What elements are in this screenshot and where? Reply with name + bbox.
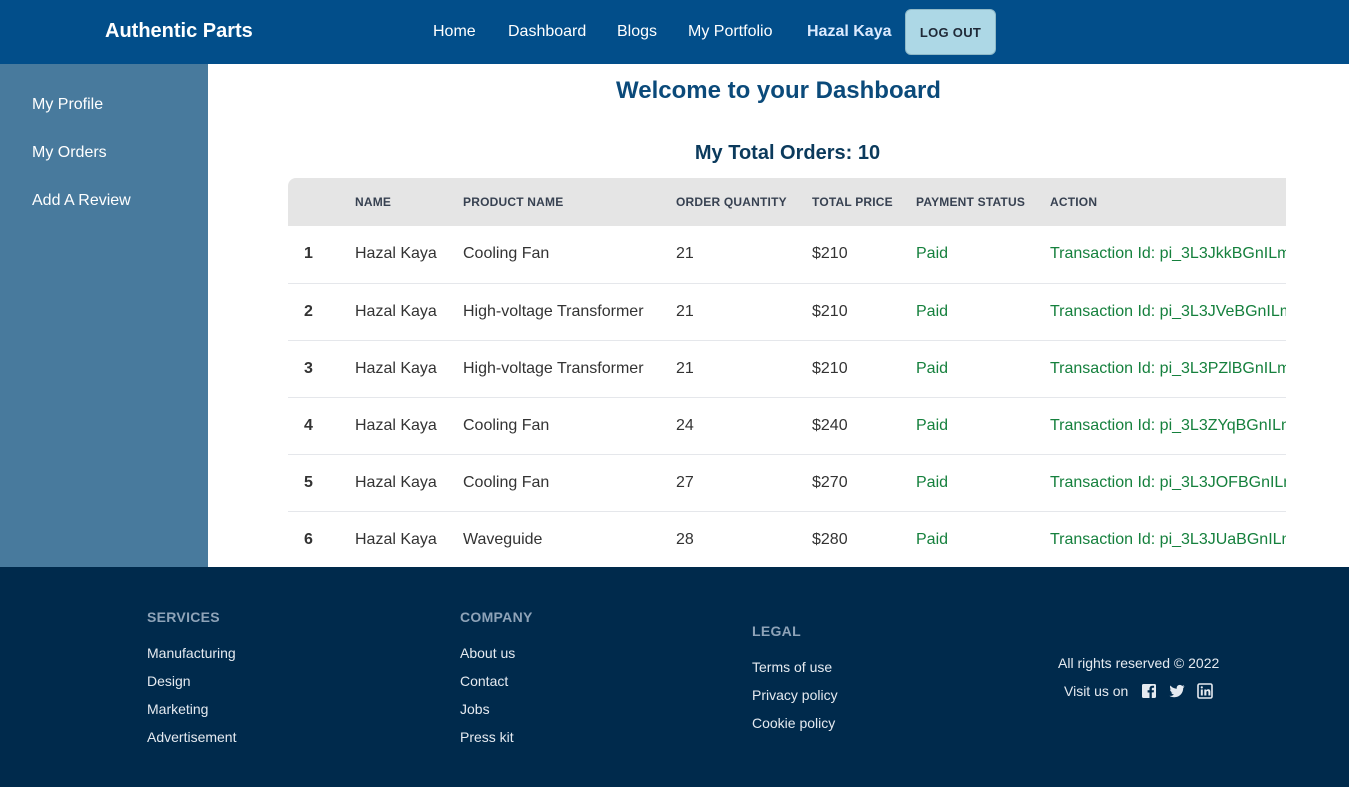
- nav-home-link[interactable]: Home: [433, 23, 476, 41]
- footer-link-about-us[interactable]: About us: [460, 645, 515, 661]
- header-total-price: TOTAL PRICE: [812, 195, 893, 209]
- linkedin-icon[interactable]: [1197, 683, 1213, 699]
- row-payment-status: Paid: [916, 359, 949, 377]
- nav-portfolio-link[interactable]: My Portfolio: [688, 23, 772, 41]
- row-product: High-voltage Transformer: [463, 359, 644, 377]
- header-payment-status: PAYMENT STATUS: [916, 195, 1026, 209]
- row-name: Hazal Kaya: [355, 530, 437, 548]
- table-row: 2 Hazal Kaya High-voltage Transformer 21…: [288, 283, 1286, 340]
- dashboard-sidebar: My Profile My Orders Add A Review: [0, 64, 208, 567]
- footer-link-contact[interactable]: Contact: [460, 673, 508, 689]
- page-title: Welcome to your Dashboard: [616, 77, 941, 104]
- row-price: $270: [812, 473, 848, 491]
- footer-link-press-kit[interactable]: Press kit: [460, 729, 514, 745]
- footer-services-heading: SERVICES: [147, 609, 220, 625]
- row-payment-status: Paid: [916, 416, 949, 434]
- row-quantity: 27: [676, 473, 694, 491]
- table-row: 6 Hazal Kaya Waveguide 28 $280 Paid Tran…: [288, 511, 1286, 567]
- table-row: 3 Hazal Kaya High-voltage Transformer 21…: [288, 340, 1286, 397]
- row-product: Cooling Fan: [463, 473, 550, 491]
- row-index: 1: [304, 245, 313, 263]
- header-name: NAME: [355, 195, 392, 209]
- header-action: ACTION: [1050, 195, 1098, 209]
- footer-link-cookie[interactable]: Cookie policy: [752, 715, 835, 731]
- sidebar-item-my-orders[interactable]: My Orders: [32, 144, 107, 162]
- row-quantity: 21: [676, 302, 694, 320]
- row-product: Waveguide: [463, 530, 543, 548]
- header-product-name: PRODUCT NAME: [463, 195, 564, 209]
- footer-link-design[interactable]: Design: [147, 673, 191, 689]
- row-index: 2: [304, 302, 313, 320]
- row-name: Hazal Kaya: [355, 359, 437, 377]
- row-product: Cooling Fan: [463, 245, 550, 263]
- row-payment-status: Paid: [916, 302, 949, 320]
- top-navbar: Authentic Parts Home Dashboard Blogs My …: [0, 0, 1349, 64]
- row-price: $210: [812, 302, 848, 320]
- row-quantity: 24: [676, 416, 694, 434]
- row-quantity: 21: [676, 359, 694, 377]
- orders-table-container[interactable]: NAME PRODUCT NAME ORDER QUANTITY TOTAL P…: [288, 178, 1286, 567]
- table-row: 1 Hazal Kaya Cooling Fan 21 $210 Paid Tr…: [288, 226, 1286, 283]
- dashboard-main: Welcome to your Dashboard My Total Order…: [208, 64, 1349, 567]
- footer-link-terms[interactable]: Terms of use: [752, 659, 832, 675]
- nav-blogs-link[interactable]: Blogs: [617, 23, 657, 41]
- orders-table: NAME PRODUCT NAME ORDER QUANTITY TOTAL P…: [288, 178, 1286, 567]
- row-name: Hazal Kaya: [355, 473, 437, 491]
- row-payment-status: Paid: [916, 530, 949, 548]
- row-transaction-id: Transaction Id: pi_3L3JkkBGnILmJ\: [1050, 245, 1286, 263]
- row-name: Hazal Kaya: [355, 416, 437, 434]
- row-name: Hazal Kaya: [355, 245, 437, 263]
- footer-link-advertisement[interactable]: Advertisement: [147, 729, 236, 745]
- logout-button[interactable]: LOG OUT: [905, 9, 996, 55]
- footer-copyright: All rights reserved © 2022: [1058, 655, 1220, 671]
- row-index: 6: [304, 530, 313, 548]
- row-transaction-id: Transaction Id: pi_3L3JVeBGnILmJ': [1050, 302, 1286, 320]
- table-row: 5 Hazal Kaya Cooling Fan 27 $270 Paid Tr…: [288, 454, 1286, 511]
- site-footer: SERVICES Manufacturing Design Marketing …: [0, 567, 1349, 787]
- row-transaction-id: Transaction Id: pi_3L3ZYqBGnILmJ: [1050, 416, 1286, 434]
- row-price: $240: [812, 416, 848, 434]
- row-payment-status: Paid: [916, 473, 949, 491]
- sidebar-item-my-profile[interactable]: My Profile: [32, 96, 103, 114]
- footer-link-privacy[interactable]: Privacy policy: [752, 687, 838, 703]
- row-quantity: 21: [676, 245, 694, 263]
- footer-link-manufacturing[interactable]: Manufacturing: [147, 645, 236, 661]
- footer-visit-label: Visit us on: [1064, 683, 1129, 699]
- row-payment-status: Paid: [916, 245, 949, 263]
- header-order-quantity: ORDER QUANTITY: [676, 195, 787, 209]
- row-product: Cooling Fan: [463, 416, 550, 434]
- footer-link-marketing[interactable]: Marketing: [147, 701, 208, 717]
- table-row: 4 Hazal Kaya Cooling Fan 24 $240 Paid Tr…: [288, 397, 1286, 454]
- header-index: [288, 178, 355, 226]
- brand-logo[interactable]: Authentic Parts: [105, 20, 253, 43]
- row-price: $210: [812, 245, 848, 263]
- total-orders-count: My Total Orders: 10: [694, 142, 881, 164]
- row-product: High-voltage Transformer: [463, 302, 644, 320]
- row-transaction-id: Transaction Id: pi_3L3JUaBGnILmJ: [1050, 530, 1286, 548]
- table-header-row: NAME PRODUCT NAME ORDER QUANTITY TOTAL P…: [288, 178, 1286, 226]
- footer-legal-heading: LEGAL: [752, 623, 801, 639]
- twitter-icon[interactable]: [1169, 683, 1185, 699]
- row-quantity: 28: [676, 530, 694, 548]
- row-index: 5: [304, 473, 313, 491]
- row-price: $210: [812, 359, 848, 377]
- facebook-icon[interactable]: [1141, 683, 1157, 699]
- row-index: 4: [304, 416, 313, 434]
- footer-link-jobs[interactable]: Jobs: [460, 701, 490, 717]
- row-transaction-id: Transaction Id: pi_3L3JOFBGnILmJ: [1050, 473, 1286, 491]
- row-index: 3: [304, 359, 313, 377]
- sidebar-item-add-review[interactable]: Add A Review: [32, 192, 131, 210]
- footer-company-heading: COMPANY: [460, 609, 533, 625]
- row-transaction-id: Transaction Id: pi_3L3PZlBGnILmJ\: [1050, 359, 1286, 377]
- row-name: Hazal Kaya: [355, 302, 437, 320]
- row-price: $280: [812, 530, 848, 548]
- nav-dashboard-link[interactable]: Dashboard: [508, 23, 586, 41]
- current-user-name: Hazal Kaya: [807, 23, 892, 40]
